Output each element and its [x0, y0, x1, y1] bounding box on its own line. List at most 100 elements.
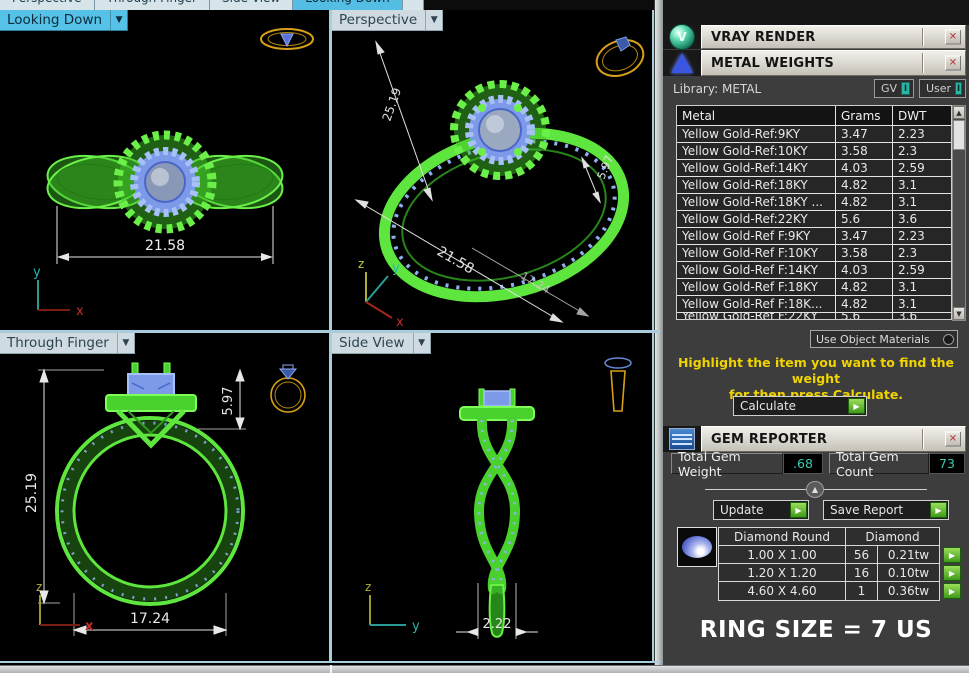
dimension-17-24-persp: 17.24	[472, 248, 588, 316]
tab-perspective[interactable]: Perspective	[0, 0, 95, 10]
viewport-dropdown-icon[interactable]: ▼	[110, 10, 127, 30]
through-finger-canvas[interactable]: 25.19 5.97 17.24 z x	[0, 333, 329, 661]
viewport-through-finger[interactable]: Through Finger ▼	[0, 333, 329, 661]
new-viewport-tab-icon[interactable]: ▫	[403, 0, 424, 10]
tab-side-view[interactable]: Side View	[210, 0, 293, 10]
use-object-materials-dropdown[interactable]: Use Object Materials	[810, 330, 958, 348]
viewport-label-perspective[interactable]: Perspective ▼	[332, 10, 443, 31]
svg-text:21.58: 21.58	[434, 244, 477, 278]
calculate-button[interactable]: Calculate ▶	[733, 396, 867, 416]
scroll-up-icon[interactable]: ▲	[953, 106, 965, 119]
viewport-label-side-view[interactable]: Side View ▼	[332, 333, 431, 354]
svg-text:21.58: 21.58	[145, 238, 185, 254]
table-row[interactable]: Yellow Gold-Ref:22KY5.63.6	[677, 211, 951, 228]
table-row[interactable]: Yellow Gold-Ref:18KY4.823.1	[677, 177, 951, 194]
save-report-button[interactable]: Save Report ▶	[823, 500, 949, 520]
axis-indicator: y x	[33, 265, 84, 319]
gem-reporter-icon	[669, 428, 695, 450]
vray-icon: V	[669, 24, 695, 50]
viewport-dropdown-icon[interactable]: ▼	[425, 10, 442, 30]
gem-thumbnail[interactable]	[677, 527, 717, 567]
total-gem-weight-label: Total Gem Weight	[671, 453, 783, 474]
panel-title: GEM REPORTER	[702, 432, 827, 447]
svg-text:25.19: 25.19	[380, 86, 404, 123]
svg-text:y: y	[412, 619, 420, 634]
viewport-separator-bottom	[0, 661, 660, 663]
ring-side-view	[460, 389, 534, 637]
table-row[interactable]: Yellow Gold-Ref F:22KY5.63.6	[677, 313, 951, 319]
viewport-label-looking-down[interactable]: Looking Down ▼	[0, 10, 128, 31]
table-scrollbar[interactable]: ▲ ▼	[952, 105, 966, 321]
metal-weights-panel-header[interactable]: METAL WEIGHTS ✕	[663, 50, 966, 76]
svg-text:z: z	[365, 580, 371, 594]
ring-orientation-icon	[605, 358, 631, 411]
table-row[interactable]: Yellow Gold-Ref F:10KY3.582.3	[677, 245, 951, 262]
close-icon[interactable]: ✕	[945, 30, 961, 45]
scrollbar-thumb[interactable]	[953, 120, 965, 150]
svg-text:x: x	[85, 619, 94, 634]
gv-toggle-icon[interactable]: I	[901, 82, 910, 95]
total-gem-count-label: Total Gem Count	[829, 453, 929, 474]
dimension-25-19: 25.19	[376, 42, 432, 200]
go-arrow-icon[interactable]: ▶	[930, 502, 947, 518]
ring-orientation-icon	[261, 29, 313, 49]
svg-text:z: z	[358, 257, 364, 271]
viewport-dropdown-icon[interactable]: ▼	[413, 333, 430, 353]
axis-indicator: z y x	[358, 257, 404, 330]
gv-button[interactable]: GV I	[874, 79, 914, 98]
library-label: Library: METAL	[673, 82, 761, 96]
close-icon[interactable]: ✕	[945, 432, 961, 447]
viewport-looking-down[interactable]: Looking Down ▼	[0, 10, 329, 330]
update-button[interactable]: Update ▶	[713, 500, 809, 520]
right-dock: V VRAY RENDER ✕ METAL WEIGHTS ✕ Library:…	[663, 0, 969, 665]
radio-icon[interactable]	[943, 334, 954, 345]
table-row[interactable]: Yellow Gold-Ref:9KY3.472.23	[677, 126, 951, 143]
tab-looking-down[interactable]: Looking Down	[293, 0, 402, 10]
table-row[interactable]: Yellow Gold-Ref F:18K...4.823.1	[677, 296, 951, 313]
gem-row[interactable]: 1.20 X 1.20 16 0.10tw	[719, 564, 939, 582]
viewport-separator-right	[652, 10, 654, 663]
go-arrow-icon[interactable]: ▶	[848, 398, 865, 414]
svg-text:2.22: 2.22	[483, 617, 512, 632]
viewport-label-through-finger[interactable]: Through Finger ▼	[0, 333, 135, 354]
viewport-perspective[interactable]: Perspective ▼ 25.19	[332, 10, 652, 330]
table-row[interactable]: Yellow Gold-Ref F:9KY3.472.23	[677, 228, 951, 245]
ring-orientation-icon	[271, 365, 305, 412]
svg-text:x: x	[396, 315, 404, 330]
collapse-icon[interactable]: ▲	[806, 481, 824, 498]
gem-go-icon[interactable]: ▶	[943, 547, 961, 563]
svg-text:y: y	[392, 261, 400, 276]
table-row[interactable]: Yellow Gold-Ref F:14KY4.032.59	[677, 262, 951, 279]
vray-render-panel-header[interactable]: V VRAY RENDER ✕	[663, 25, 966, 49]
gem-row[interactable]: 4.60 X 4.60 1 0.36tw	[719, 582, 939, 600]
axis-indicator: z x	[36, 580, 94, 634]
table-row[interactable]: Yellow Gold-Ref:10KY3.582.3	[677, 143, 951, 160]
close-icon[interactable]: ✕	[945, 56, 961, 71]
viewport-side-view[interactable]: Side View ▼	[332, 333, 652, 661]
gem-go-icon[interactable]: ▶	[943, 565, 961, 581]
svg-text:x: x	[76, 304, 84, 319]
svg-text:17.24: 17.24	[130, 611, 170, 627]
bottom-status-strip	[0, 665, 969, 673]
table-row[interactable]: Yellow Gold-Ref:14KY4.032.59	[677, 160, 951, 177]
table-row[interactable]: Yellow Gold-Ref F:18KY4.823.1	[677, 279, 951, 296]
gem-go-icon[interactable]: ▶	[943, 583, 961, 599]
viewport-dropdown-icon[interactable]: ▼	[117, 333, 134, 353]
go-arrow-icon[interactable]: ▶	[790, 502, 807, 518]
dimension-5-97-front: 5.97	[198, 370, 246, 429]
axis-indicator: z y	[365, 580, 420, 634]
user-button[interactable]: User I	[919, 79, 966, 98]
total-gem-weight-value: .68	[783, 453, 823, 474]
scroll-down-icon[interactable]: ▼	[953, 307, 965, 320]
user-toggle-icon[interactable]: I	[955, 82, 962, 95]
total-gem-count-value: 73	[929, 453, 965, 474]
tab-through-finger[interactable]: Through Finger	[95, 0, 211, 10]
panel-title: VRAY RENDER	[702, 30, 815, 45]
table-row[interactable]: Yellow Gold-Ref:18KY ...4.823.1	[677, 194, 951, 211]
perspective-canvas[interactable]: 25.19 5.97 21.58 17.24 z	[332, 10, 652, 330]
gem-row[interactable]: 1.00 X 1.00 56 0.21tw	[719, 546, 939, 564]
side-view-canvas[interactable]: 2.22 z y	[332, 333, 652, 661]
looking-down-canvas[interactable]: 21.58 y x	[0, 10, 329, 330]
table-header-row: Metal Grams DWT	[677, 106, 951, 126]
viewport-tabstrip: Perspective Through Finger Side View Loo…	[0, 0, 662, 10]
